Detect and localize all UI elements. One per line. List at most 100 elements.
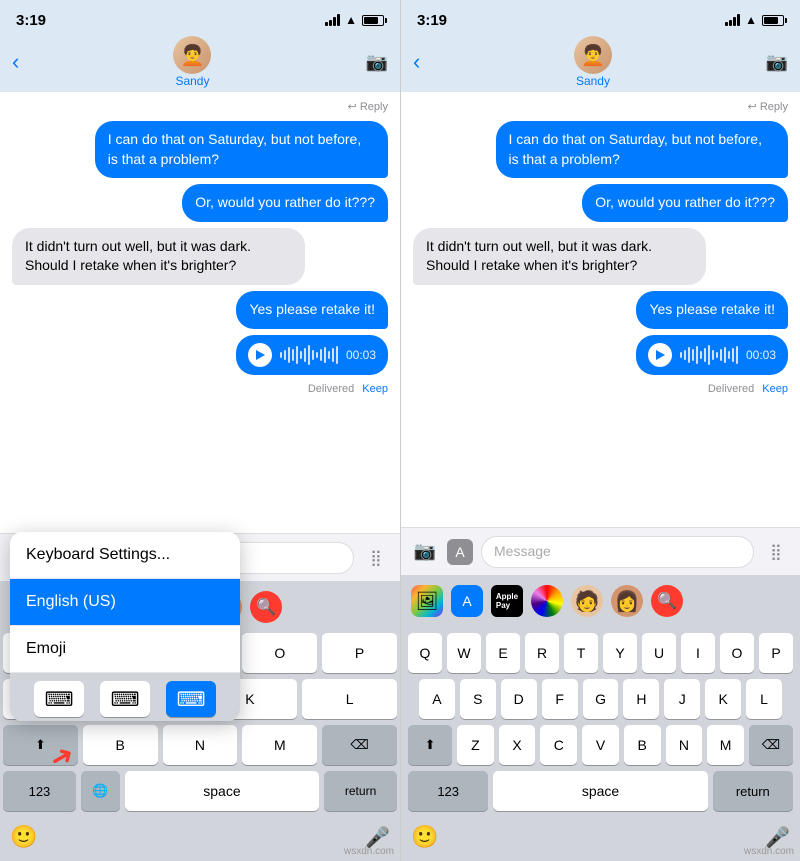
switcher-btn-2[interactable]: ⌨ xyxy=(100,681,150,717)
nav-center-left[interactable]: 🧑‍🦱 Sandy xyxy=(173,36,211,88)
key-B-left[interactable]: B xyxy=(83,725,158,765)
key-F[interactable]: F xyxy=(542,679,578,719)
key-N[interactable]: N xyxy=(666,725,703,765)
back-button-left[interactable]: ‹ xyxy=(12,51,19,73)
key-space-left[interactable]: space xyxy=(125,771,319,811)
colorful-app-right[interactable] xyxy=(531,585,563,617)
app-icon-right[interactable]: A xyxy=(447,539,473,565)
key-P-left[interactable]: P xyxy=(322,633,397,673)
play-button-right[interactable] xyxy=(648,343,672,367)
messages-area-right: ↩ Reply I can do that on Saturday, but n… xyxy=(401,92,800,527)
delivered-status-left: Delivered xyxy=(308,383,354,395)
key-O-left[interactable]: O xyxy=(242,633,317,673)
msg-sent-1-left: I can do that on Saturday, but not befor… xyxy=(95,121,388,178)
audio-msg-left[interactable]: 00:03 xyxy=(236,335,388,375)
waveform-left xyxy=(280,345,338,365)
nav-bar-right: ‹ 🧑‍🦱 Sandy 📷 xyxy=(401,36,800,92)
keep-link-right[interactable]: Keep xyxy=(762,383,788,395)
key-M[interactable]: M xyxy=(707,725,744,765)
key-B[interactable]: B xyxy=(624,725,661,765)
key-Z[interactable]: Z xyxy=(457,725,494,765)
audio-msg-right[interactable]: 00:03 xyxy=(636,335,788,375)
key-D[interactable]: D xyxy=(501,679,537,719)
key-shift-right[interactable]: ⬆ xyxy=(408,725,452,765)
status-time-right: 3:19 xyxy=(417,12,447,29)
key-A[interactable]: A xyxy=(419,679,455,719)
key-V[interactable]: V xyxy=(582,725,619,765)
keyboard-bottom-left: 🙂 🎤 xyxy=(0,817,400,861)
video-call-button-left[interactable]: 📷 xyxy=(366,52,388,73)
key-I[interactable]: I xyxy=(681,633,715,673)
photos-app-right[interactable]: 🖼 xyxy=(411,585,443,617)
emoji-button-left[interactable]: 🙂 xyxy=(10,824,37,850)
signal-icon-right xyxy=(725,14,740,26)
key-P[interactable]: P xyxy=(759,633,793,673)
status-bar-left: 3:19 ▲ xyxy=(0,0,400,36)
key-row-bottom-left: 123 🌐 space return xyxy=(0,771,400,811)
appstore-app-right[interactable]: A xyxy=(451,585,483,617)
key-R[interactable]: R xyxy=(525,633,559,673)
key-E[interactable]: E xyxy=(486,633,520,673)
msg-sent-1-right: I can do that on Saturday, but not befor… xyxy=(496,121,789,178)
camera-icon-right[interactable]: 📷 xyxy=(411,538,439,566)
key-M-left[interactable]: M xyxy=(242,725,317,765)
key-123-right[interactable]: 123 xyxy=(408,771,488,811)
video-call-button-right[interactable]: 📷 xyxy=(766,52,788,73)
status-time-left: 3:19 xyxy=(16,12,46,29)
switcher-btn-1[interactable]: ⌨ xyxy=(34,681,84,717)
key-U[interactable]: U xyxy=(642,633,676,673)
right-panel: 3:19 ▲ ‹ 🧑‍🦱 Sandy 📷 ↩ Reply I can do th… xyxy=(400,0,800,861)
status-icons-right: ▲ xyxy=(725,13,784,27)
key-K[interactable]: K xyxy=(705,679,741,719)
play-button-left[interactable] xyxy=(248,343,272,367)
nav-center-right[interactable]: 🧑‍🦱 Sandy xyxy=(574,36,612,88)
contact-name-right: Sandy xyxy=(576,74,610,88)
back-button-right[interactable]: ‹ xyxy=(413,51,420,73)
emoji-button-right[interactable]: 🙂 xyxy=(411,824,438,850)
waveform-right xyxy=(680,345,738,365)
key-globe-left[interactable]: 🌐 xyxy=(81,771,120,811)
avatar-app-2-right[interactable]: 👩 xyxy=(611,585,643,617)
key-delete-right[interactable]: ⌫ xyxy=(749,725,793,765)
key-W[interactable]: W xyxy=(447,633,481,673)
key-L-left[interactable]: L xyxy=(302,679,397,719)
key-N-left[interactable]: N xyxy=(163,725,238,765)
switcher-btn-3[interactable]: ⌨ xyxy=(166,681,216,717)
key-C[interactable]: C xyxy=(540,725,577,765)
avatar-app-1-right[interactable]: 🧑 xyxy=(571,585,603,617)
avatar-left: 🧑‍🦱 xyxy=(173,36,211,74)
key-123-left[interactable]: 123 xyxy=(3,771,76,811)
key-J[interactable]: J xyxy=(664,679,700,719)
popup-english-us[interactable]: English (US) xyxy=(10,579,240,626)
applepay-app-right[interactable]: ApplePay xyxy=(491,585,523,617)
key-Q[interactable]: Q xyxy=(408,633,442,673)
key-X[interactable]: X xyxy=(499,725,536,765)
key-H[interactable]: H xyxy=(623,679,659,719)
key-Y[interactable]: Y xyxy=(603,633,637,673)
key-G[interactable]: G xyxy=(583,679,619,719)
msg-sent-2-left: Or, would you rather do it??? xyxy=(182,184,388,222)
key-row-4-right: 123 space return xyxy=(405,771,796,811)
key-O[interactable]: O xyxy=(720,633,754,673)
key-space-right[interactable]: space xyxy=(493,771,707,811)
key-return-right[interactable]: return xyxy=(713,771,793,811)
nav-bar-left: ‹ 🧑‍🦱 Sandy 📷 xyxy=(0,36,400,92)
key-S[interactable]: S xyxy=(460,679,496,719)
dictate-button-left[interactable]: ⣿ xyxy=(362,544,390,572)
key-L[interactable]: L xyxy=(746,679,782,719)
message-input-right[interactable]: Message xyxy=(481,536,754,568)
dictate-button-right[interactable]: ⣿ xyxy=(762,538,790,566)
key-T[interactable]: T xyxy=(564,633,598,673)
keep-link-left[interactable]: Keep xyxy=(362,383,388,395)
contact-name-left: Sandy xyxy=(175,74,209,88)
popup-emoji[interactable]: Emoji xyxy=(10,626,240,673)
app-row-right: 🖼 A ApplePay 🧑 👩 🔍 xyxy=(401,575,800,627)
popup-keyboard-settings[interactable]: Keyboard Settings... xyxy=(10,532,240,579)
msg-received-1-right: It didn't turn out well, but it was dark… xyxy=(413,228,706,285)
reply-label-left: ↩ Reply xyxy=(12,100,388,113)
search-app-right[interactable]: 🔍 xyxy=(651,585,683,617)
key-return-left[interactable]: return xyxy=(324,771,397,811)
search-app-left[interactable]: 🔍 xyxy=(250,591,282,623)
key-delete-left[interactable]: ⌫ xyxy=(322,725,397,765)
audio-duration-left: 00:03 xyxy=(346,348,376,362)
